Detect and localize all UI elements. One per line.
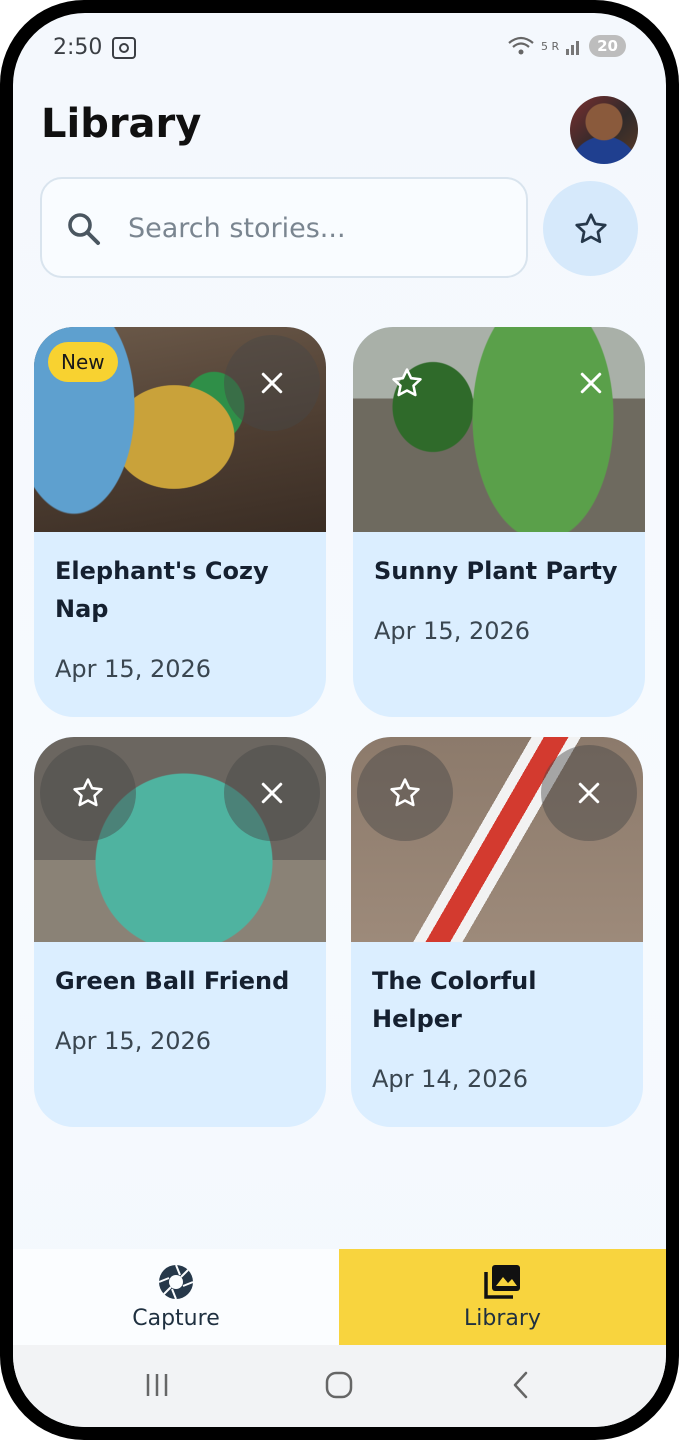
photo-library-icon [483,1264,520,1299]
story-title: The Colorful Helper [372,967,537,1033]
story-date: Apr 15, 2026 [55,655,212,683]
close-icon [261,372,283,394]
new-badge: New [48,342,118,382]
status-bar: 2:50 5 R 20 [13,13,666,85]
star-icon [574,212,607,243]
tab-library[interactable]: Library [339,1249,666,1345]
search-icon [68,213,100,245]
network-label: 5 R [540,39,560,53]
story-card[interactable]: The Colorful Helper Apr 14, 2026 [351,737,643,1127]
signal-icon [566,41,580,55]
close-icon [578,782,600,804]
status-right: 5 R 20 [507,35,626,57]
story-card[interactable]: New Elephant's Cozy Nap Apr 15, 2026 [34,327,326,717]
favorite-button[interactable] [359,335,455,431]
favorite-button[interactable] [40,745,136,841]
delete-button[interactable] [224,335,320,431]
story-card[interactable]: Green Ball Friend Apr 15, 2026 [34,737,326,1127]
story-card[interactable]: Sunny Plant Party Apr 15, 2026 [353,327,645,717]
star-icon [392,368,422,397]
camera-shutter-icon [158,1264,194,1299]
search-box[interactable] [40,177,528,278]
tab-library-label: Library [464,1305,541,1331]
delete-button[interactable] [224,745,320,841]
close-icon [580,372,602,394]
star-icon [390,778,420,807]
story-date: Apr 14, 2026 [372,1065,529,1093]
home-icon [325,1371,353,1399]
back-icon [513,1371,528,1399]
recent-apps-button[interactable] [137,1365,177,1405]
story-date: Apr 15, 2026 [55,1027,212,1055]
device-frame: 2:50 5 R 20 Library Search stories... Ne… [0,0,679,1440]
system-nav-bar [13,1345,666,1427]
wifi-icon [508,36,534,55]
back-button[interactable] [501,1365,541,1405]
delete-button[interactable] [541,745,637,841]
screen: 2:50 5 R 20 Library Search stories... Ne… [13,13,666,1427]
page-title: Library [41,101,202,147]
story-title: Elephant's Cozy Nap [55,557,269,623]
status-time: 2:50 [53,35,103,60]
tab-capture[interactable]: Capture [13,1249,339,1345]
star-icon [73,778,103,807]
battery-indicator: 20 [589,35,626,57]
avatar[interactable] [570,96,638,164]
story-title: Sunny Plant Party [374,557,618,585]
search-input[interactable] [128,205,498,251]
delete-button[interactable] [543,335,639,431]
story-date: Apr 15, 2026 [374,617,531,645]
bottom-nav: Capture Library [13,1249,666,1345]
home-button[interactable] [319,1365,359,1405]
recent-apps-icon [146,1374,168,1396]
favorite-button[interactable] [357,745,453,841]
screenshot-icon [112,37,136,59]
close-icon [261,782,283,804]
story-title: Green Ball Friend [55,967,290,995]
favorites-filter-button[interactable] [543,181,638,276]
tab-capture-label: Capture [132,1305,220,1331]
